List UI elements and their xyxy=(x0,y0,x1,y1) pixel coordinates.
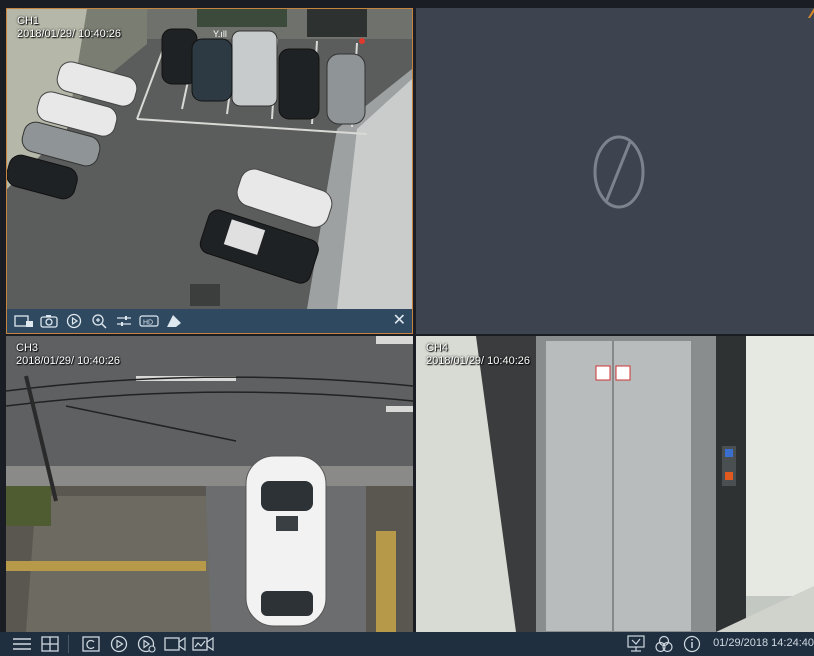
close-icon[interactable]: ✕ xyxy=(393,312,406,330)
snapshot-icon[interactable] xyxy=(38,311,60,331)
camera-feed-ch1 xyxy=(7,9,412,309)
osd-overlay-ch1: CH1 2018/01/29/ 10:40:26 xyxy=(17,15,121,41)
record-camera-icon[interactable] xyxy=(163,634,187,654)
quick-playback-icon[interactable] xyxy=(135,634,159,654)
wifi-signal-icon: Y.ıll xyxy=(213,29,227,39)
download-icon[interactable] xyxy=(624,634,648,654)
camera-feed-ch4 xyxy=(416,336,814,632)
channel-datetime: 2018/01/29/ 10:40:26 xyxy=(16,355,120,367)
camera-tile-ch4[interactable]: CH4 2018/01/29/ 10:40:26 xyxy=(416,336,814,632)
status-corner-icon xyxy=(808,8,814,18)
camera-tile-ch2[interactable] xyxy=(416,8,814,334)
zoom-in-icon[interactable] xyxy=(88,311,110,331)
svg-text:HD: HD xyxy=(143,320,153,327)
status-icons xyxy=(620,634,704,654)
camera-grid: Y.ıll CH1 2018/01/29/ 10:40:26 HD ✕ CH3 … xyxy=(0,0,814,632)
camera-quick-toolbar: HD ✕ xyxy=(7,309,412,333)
playback-icon[interactable] xyxy=(107,634,131,654)
channel-label: CH3 xyxy=(16,342,39,354)
motion-icon[interactable] xyxy=(191,634,215,654)
sequence-icon[interactable] xyxy=(79,634,103,654)
status-bar: 01/29/2018 14:24:40 xyxy=(0,632,814,656)
info-icon[interactable] xyxy=(680,634,704,654)
no-video-icon xyxy=(593,135,645,209)
channel-datetime: 2018/01/29/ 10:40:26 xyxy=(426,355,530,367)
menu-icon[interactable] xyxy=(10,634,34,654)
image-adjust-icon[interactable] xyxy=(113,311,135,331)
playback-icon[interactable] xyxy=(63,311,85,331)
layout-grid-icon[interactable] xyxy=(38,634,62,654)
separator xyxy=(68,635,69,653)
network-icon[interactable] xyxy=(652,634,676,654)
channel-datetime: 2018/01/29/ 10:40:26 xyxy=(17,28,121,40)
ptz-icon[interactable] xyxy=(163,311,185,331)
osd-overlay-ch4: CH4 2018/01/29/ 10:40:26 xyxy=(426,342,530,368)
hd-stream-icon[interactable]: HD xyxy=(138,311,160,331)
channel-label: CH4 xyxy=(426,342,449,354)
record-icon[interactable] xyxy=(13,311,35,331)
system-clock: 01/29/2018 14:24:40 xyxy=(713,637,814,649)
camera-tile-ch3[interactable]: CH3 2018/01/29/ 10:40:26 xyxy=(6,336,413,632)
camera-tile-ch1[interactable]: Y.ıll CH1 2018/01/29/ 10:40:26 HD ✕ xyxy=(6,8,413,334)
channel-label: CH1 xyxy=(17,15,40,27)
osd-overlay-ch3: CH3 2018/01/29/ 10:40:26 xyxy=(16,342,120,368)
camera-feed-ch3 xyxy=(6,336,413,632)
